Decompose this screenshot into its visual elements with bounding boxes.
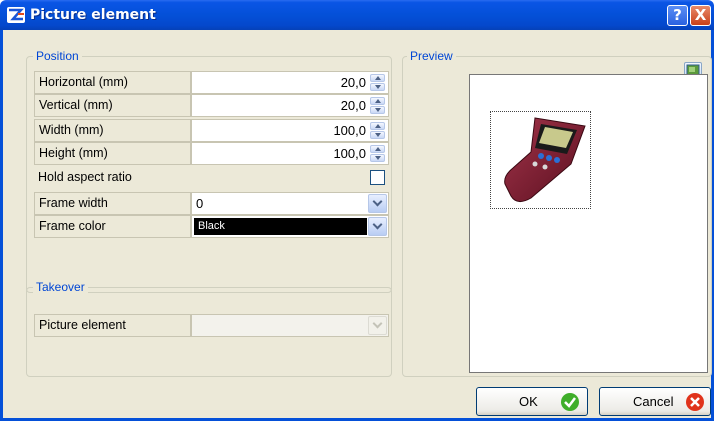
horizontal-label: Horizontal (mm)	[34, 71, 191, 94]
preview-legend: Preview	[407, 49, 456, 63]
picture-element-select[interactable]	[191, 314, 389, 337]
window-title: Picture element	[30, 7, 156, 23]
spin-up-icon[interactable]	[370, 74, 385, 82]
cancel-label: Cancel	[633, 394, 674, 409]
spin-up-icon[interactable]	[370, 122, 385, 130]
horizontal-spinner[interactable]	[370, 74, 385, 91]
horizontal-input[interactable]: 20,0	[191, 71, 389, 94]
close-button[interactable]: X	[690, 5, 711, 26]
position-legend: Position	[33, 49, 82, 63]
preview-group: Preview	[402, 49, 712, 377]
hold-aspect-label: Hold aspect ratio	[38, 170, 132, 184]
frame-color-dropdown-icon[interactable]	[368, 217, 387, 236]
frame-width-value: 0	[196, 196, 204, 211]
height-spinner[interactable]	[370, 145, 385, 162]
picture-frame[interactable]	[490, 111, 591, 209]
width-value: 100,0	[333, 123, 366, 138]
spin-up-icon[interactable]	[370, 145, 385, 153]
device-image	[504, 117, 586, 202]
picture-element-label: Picture element	[34, 314, 191, 337]
picture-element-dropdown-icon[interactable]	[368, 316, 387, 335]
vertical-spinner[interactable]	[370, 97, 385, 114]
title-bar[interactable]: Picture element ? X	[0, 0, 714, 30]
vertical-label: Vertical (mm)	[34, 94, 191, 117]
spin-down-icon[interactable]	[370, 131, 385, 139]
dialog-body: Position Horizontal (mm) 20,0 Vertical (…	[0, 30, 714, 421]
height-label: Height (mm)	[34, 142, 191, 165]
spin-down-icon[interactable]	[370, 154, 385, 162]
takeover-legend: Takeover	[33, 280, 88, 294]
preview-canvas	[469, 74, 708, 373]
width-label: Width (mm)	[34, 119, 191, 142]
position-group: Position Horizontal (mm) 20,0 Vertical (…	[26, 49, 392, 293]
check-icon	[561, 393, 579, 411]
spin-down-icon[interactable]	[370, 106, 385, 114]
width-spinner[interactable]	[370, 122, 385, 139]
ok-button[interactable]: OK	[476, 387, 588, 416]
frame-color-select[interactable]: Black	[191, 215, 389, 238]
height-input[interactable]: 100,0	[191, 142, 389, 165]
frame-color-value: Black	[198, 220, 225, 232]
app-icon	[7, 7, 25, 23]
hold-aspect-row: Hold aspect ratio	[34, 166, 389, 189]
takeover-group: Takeover Picture element	[26, 280, 392, 377]
ok-label: OK	[519, 394, 538, 409]
height-value: 100,0	[333, 146, 366, 161]
cancel-button[interactable]: Cancel	[599, 387, 711, 416]
help-button[interactable]: ?	[667, 5, 688, 26]
width-input[interactable]: 100,0	[191, 119, 389, 142]
cancel-icon	[686, 393, 704, 411]
vertical-input[interactable]: 20,0	[191, 94, 389, 117]
picture-element-dialog: Picture element ? X Position Horizontal …	[0, 0, 714, 421]
spin-up-icon[interactable]	[370, 97, 385, 105]
vertical-value: 20,0	[340, 98, 366, 113]
horizontal-value: 20,0	[340, 75, 366, 90]
frame-color-label: Frame color	[34, 215, 191, 238]
hold-aspect-checkbox[interactable]	[370, 170, 385, 185]
frame-width-select[interactable]: 0	[191, 192, 389, 215]
spin-down-icon[interactable]	[370, 83, 385, 91]
frame-width-label: Frame width	[34, 192, 191, 215]
frame-width-dropdown-icon[interactable]	[368, 194, 387, 213]
